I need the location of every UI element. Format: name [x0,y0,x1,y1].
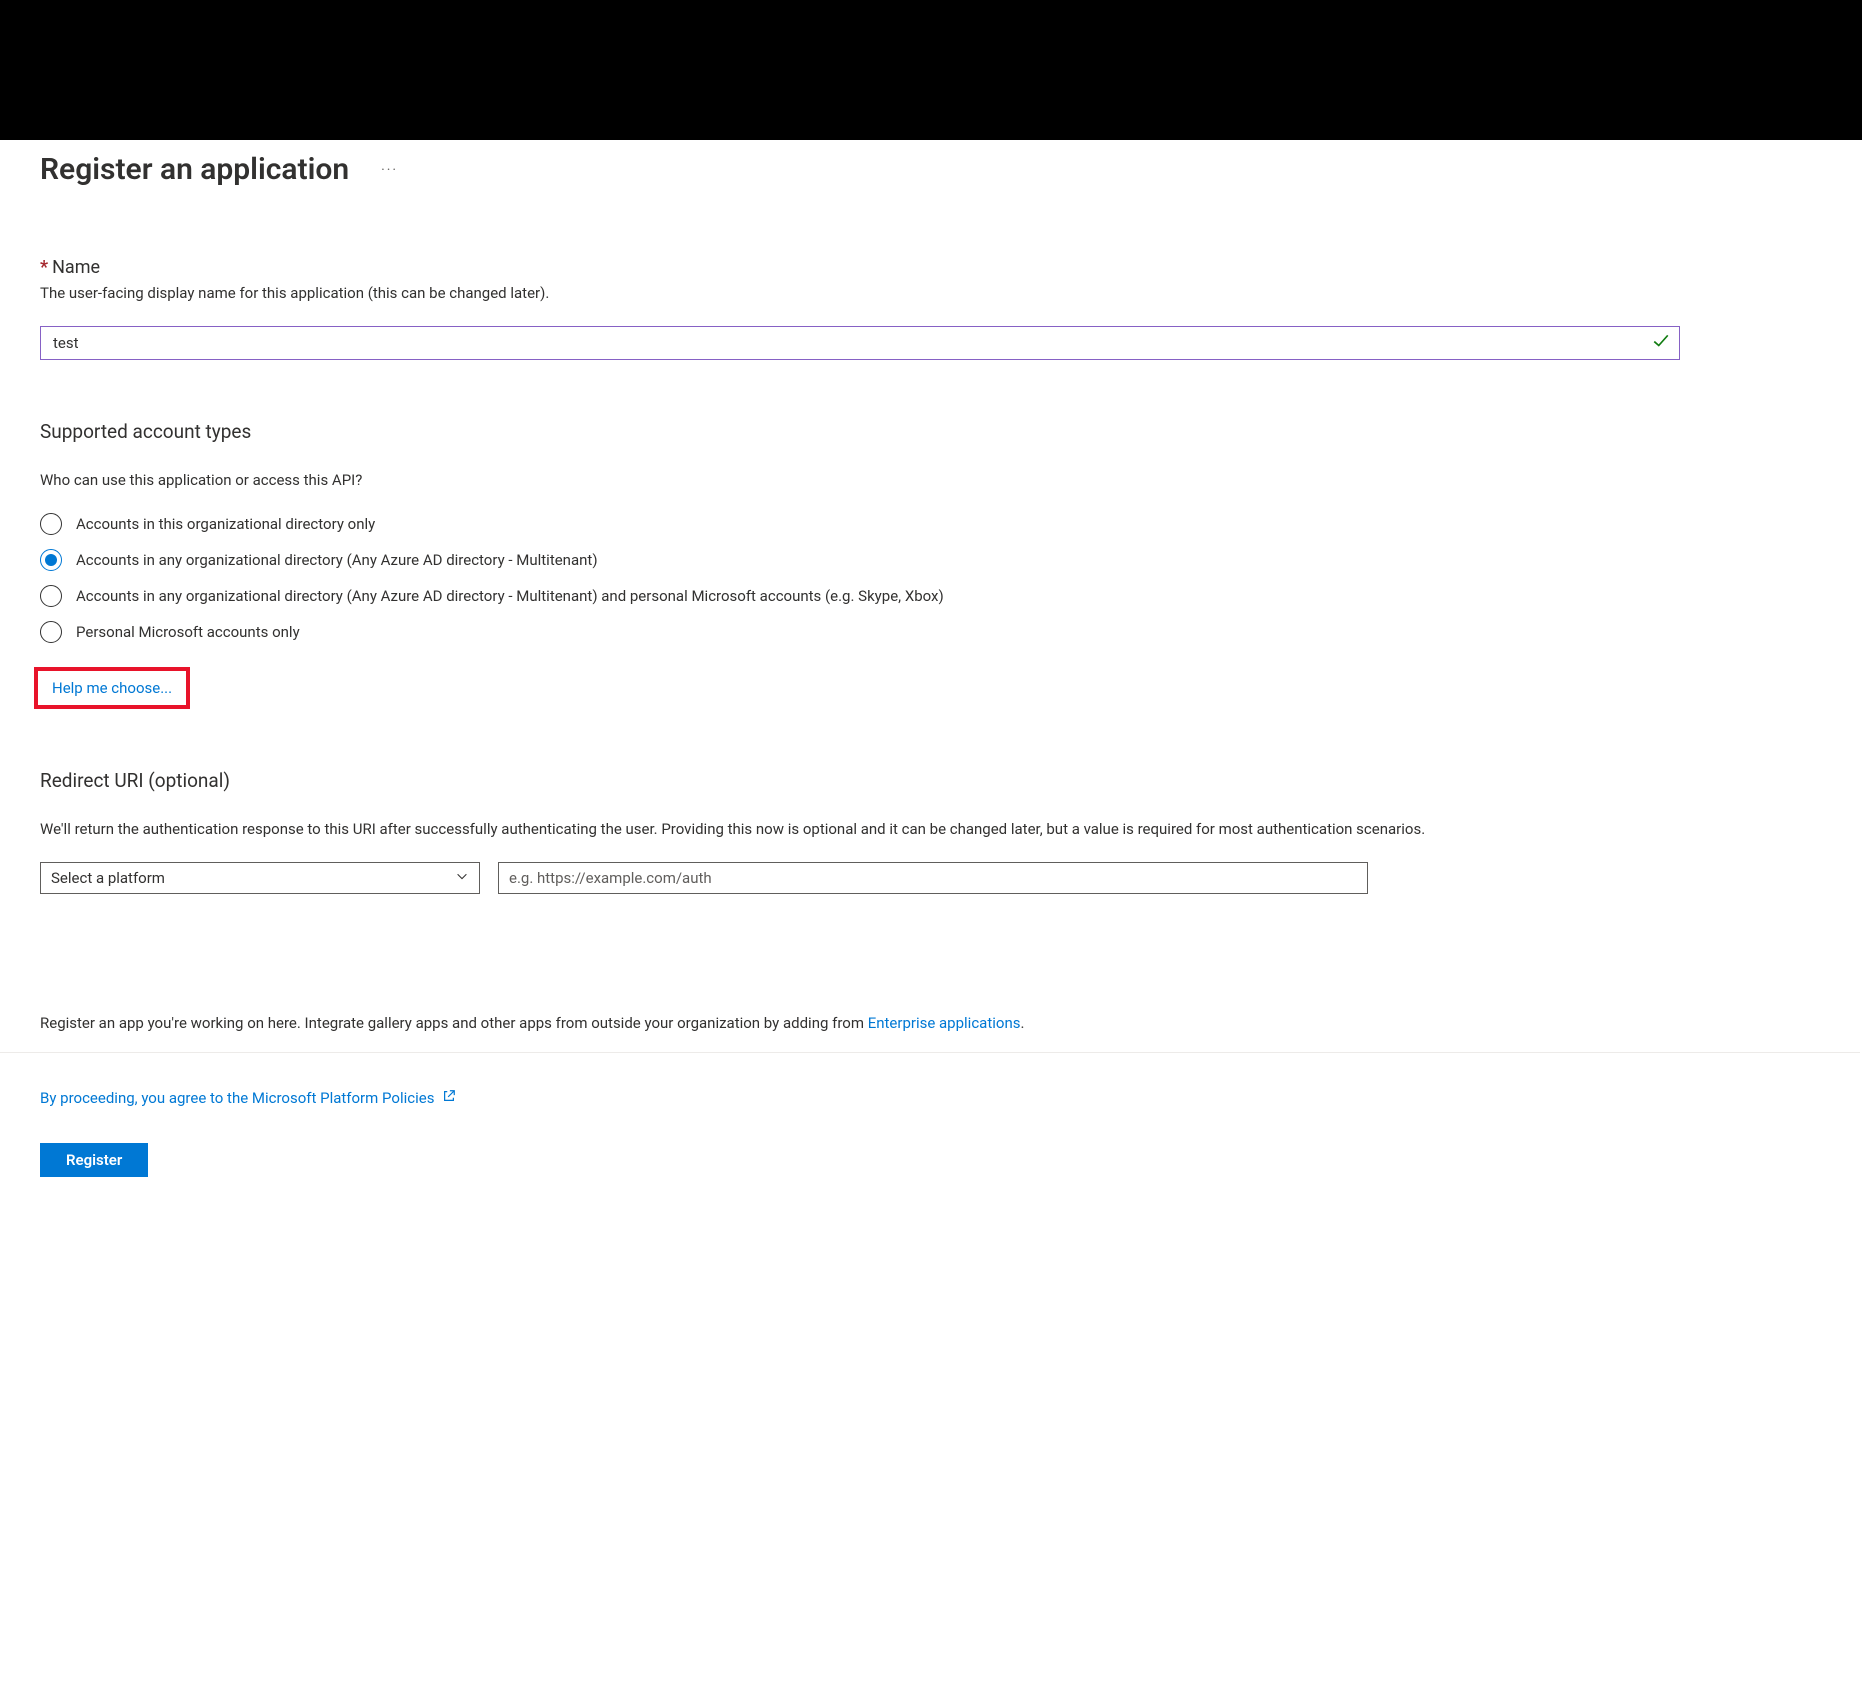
enterprise-apps-link[interactable]: Enterprise applications [868,1014,1021,1032]
required-star: * [40,257,48,278]
footer-note: Register an app you're working on here. … [40,1014,1820,1032]
divider [0,1052,1860,1053]
radio-dot-icon [45,554,57,566]
radio-label: Accounts in any organizational directory… [76,551,598,569]
platform-select[interactable]: Select a platform [40,862,480,894]
radio-icon [40,549,62,571]
main-content: Register an application ··· * Name The u… [0,140,1860,1217]
radio-option-multitenant[interactable]: Accounts in any organizational directory… [40,549,1820,571]
name-label-row: * Name [40,257,1820,278]
name-input-wrap [40,326,1680,360]
redirect-uri-input[interactable] [498,862,1368,894]
page-title-row: Register an application ··· [40,152,1820,187]
radio-icon [40,513,62,535]
radio-label: Accounts in any organizational directory… [76,587,944,605]
top-bar [0,0,1862,140]
account-types-radio-group: Accounts in this organizational director… [40,513,1820,643]
check-icon [1652,332,1670,354]
page-title: Register an application [40,152,349,187]
radio-label: Accounts in this organizational director… [76,515,375,533]
help-me-choose-highlight: Help me choose... [34,667,190,709]
name-desc: The user-facing display name for this ap… [40,284,1820,302]
policy-row: By proceeding, you agree to the Microsof… [40,1089,1820,1107]
redirect-desc: We'll return the authentication response… [40,820,1680,838]
radio-icon [40,621,62,643]
radio-option-org-only[interactable]: Accounts in this organizational director… [40,513,1820,535]
radio-option-multitenant-personal[interactable]: Accounts in any organizational directory… [40,585,1820,607]
redirect-row: Select a platform [40,862,1820,894]
radio-option-personal-only[interactable]: Personal Microsoft accounts only [40,621,1820,643]
footer-note-suffix: . [1020,1014,1024,1032]
name-input[interactable] [40,326,1680,360]
platform-policies-link[interactable]: By proceeding, you agree to the Microsof… [40,1089,434,1107]
chevron-down-icon [455,869,469,887]
account-types-heading: Supported account types [40,420,1820,443]
external-link-icon [442,1089,456,1107]
account-types-question: Who can use this application or access t… [40,471,1820,489]
name-label: Name [52,257,100,278]
redirect-heading: Redirect URI (optional) [40,769,1820,792]
radio-label: Personal Microsoft accounts only [76,623,300,641]
more-icon[interactable]: ··· [377,158,402,182]
help-me-choose-link[interactable]: Help me choose... [52,679,172,697]
register-button[interactable]: Register [40,1143,148,1177]
radio-icon [40,585,62,607]
footer-note-prefix: Register an app you're working on here. … [40,1014,868,1032]
platform-select-label: Select a platform [51,869,165,887]
